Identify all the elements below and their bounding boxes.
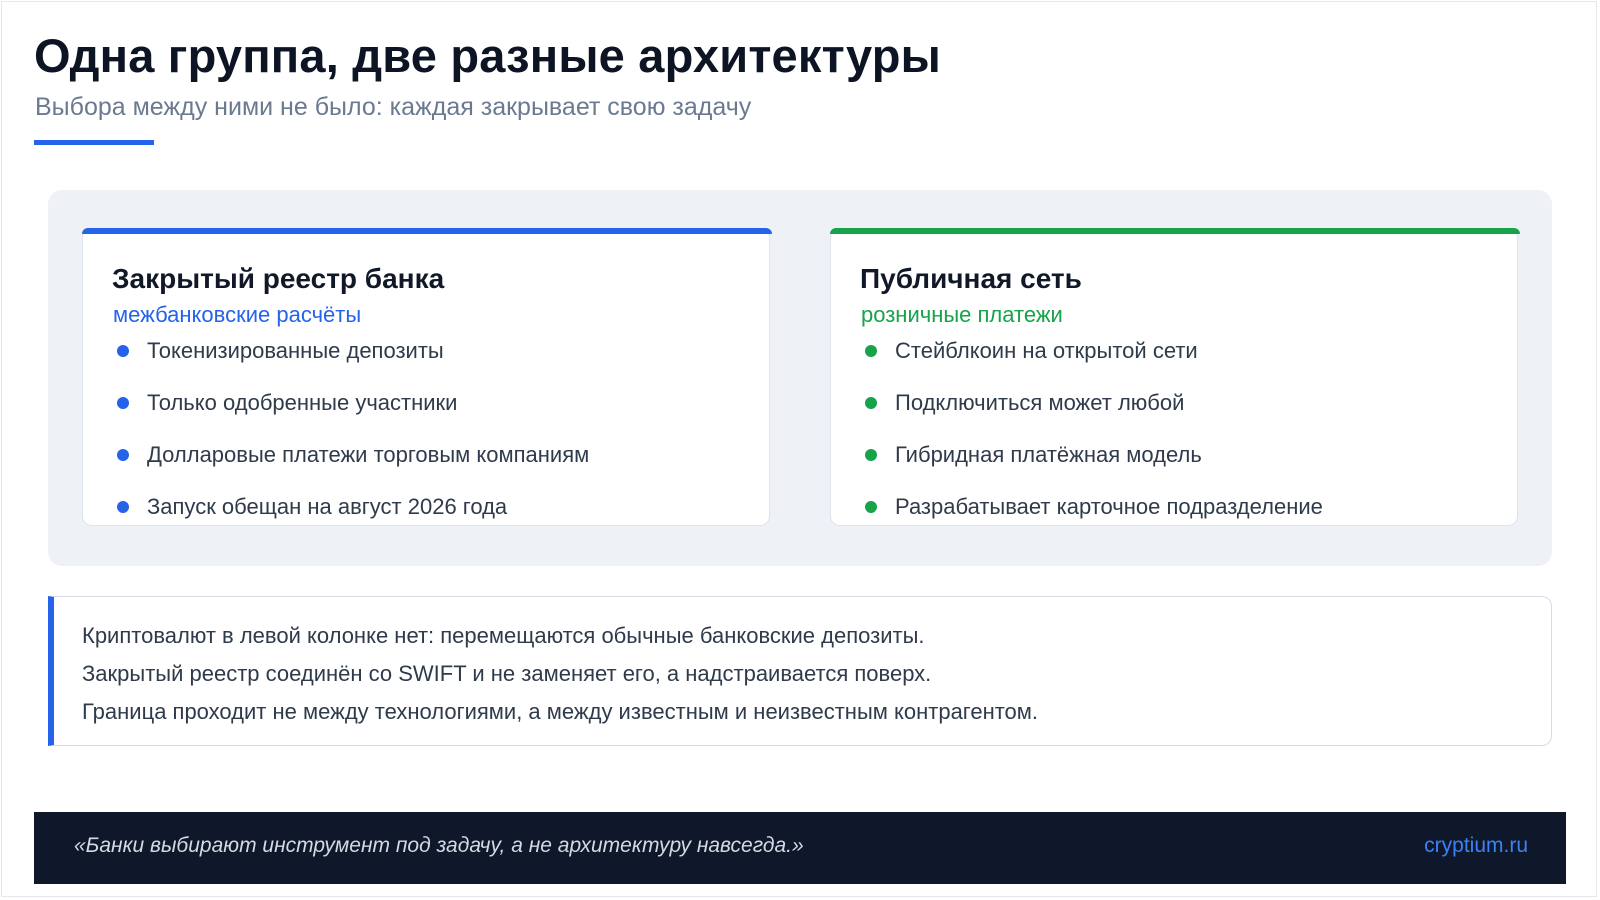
bullet-dot-icon [117, 501, 129, 513]
list-item: Подключиться может любой [861, 390, 1323, 442]
bullet-dot-icon [117, 397, 129, 409]
card-title: Закрытый реестр банка [112, 263, 445, 294]
bullet-dot-icon [865, 449, 877, 461]
bullet-dot-icon [865, 345, 877, 357]
card-title: Публичная сеть [860, 263, 1082, 294]
list-item-text: Разрабатывает карточное подразделение [895, 494, 1323, 519]
list-item: Только одобренные участники [113, 390, 589, 442]
card-public-network: Публичная сеть розничные платежи Стейблк… [830, 228, 1520, 526]
card-tag: розничные платежи [861, 302, 1063, 327]
comparison-panel: Закрытый реестр банка межбанковские расч… [48, 190, 1552, 566]
bullet-dot-icon [865, 501, 877, 513]
list-item-text: Подключиться может любой [895, 390, 1185, 415]
list-item: Разрабатывает карточное подразделение [861, 494, 1323, 546]
list-item: Запуск обещан на август 2026 года [113, 494, 589, 546]
bullet-dot-icon [117, 449, 129, 461]
card-top-bar [82, 228, 772, 234]
footer-site-link[interactable]: cryptium.ru [1424, 834, 1528, 858]
list-item-text: Стейблкоин на открытой сети [895, 338, 1198, 363]
title-underline [34, 140, 154, 145]
list-item-text: Токенизированные депозиты [147, 338, 444, 363]
bullet-list: Стейблкоин на открытой сети Подключиться… [861, 338, 1323, 546]
list-item: Стейблкоин на открытой сети [861, 338, 1323, 390]
list-item-text: Гибридная платёжная модель [895, 442, 1202, 467]
note-line: Граница проходит не между технологиями, … [82, 699, 1039, 724]
note-line: Закрытый реестр соединён со SWIFT и не з… [82, 661, 932, 686]
list-item: Долларовые платежи торговым компаниям [113, 442, 589, 494]
note-line: Криптовалют в левой колонке нет: перемещ… [82, 623, 925, 648]
footer-quote: «Банки выбирают инструмент под задачу, а… [74, 834, 804, 857]
list-item: Токенизированные депозиты [113, 338, 589, 390]
list-item-text: Долларовые платежи торговым компаниям [147, 442, 590, 467]
page-subtitle: Выбора между ними не было: каждая закрыв… [35, 93, 752, 121]
card-closed-ledger: Закрытый реестр банка межбанковские расч… [82, 228, 772, 526]
bullet-list: Токенизированные депозиты Только одобрен… [113, 338, 589, 546]
card-top-bar [830, 228, 1520, 234]
page-title: Одна группа, две разные архитектуры [34, 29, 941, 82]
card-tag: межбанковские расчёты [113, 302, 362, 327]
notes-callout: Криптовалют в левой колонке нет: перемещ… [48, 596, 1552, 746]
bullet-dot-icon [865, 397, 877, 409]
list-item: Гибридная платёжная модель [861, 442, 1323, 494]
bullet-dot-icon [117, 345, 129, 357]
list-item-text: Только одобренные участники [147, 390, 458, 415]
footer-bar: «Банки выбирают инструмент под задачу, а… [34, 812, 1566, 884]
list-item-text: Запуск обещан на август 2026 года [147, 494, 508, 519]
